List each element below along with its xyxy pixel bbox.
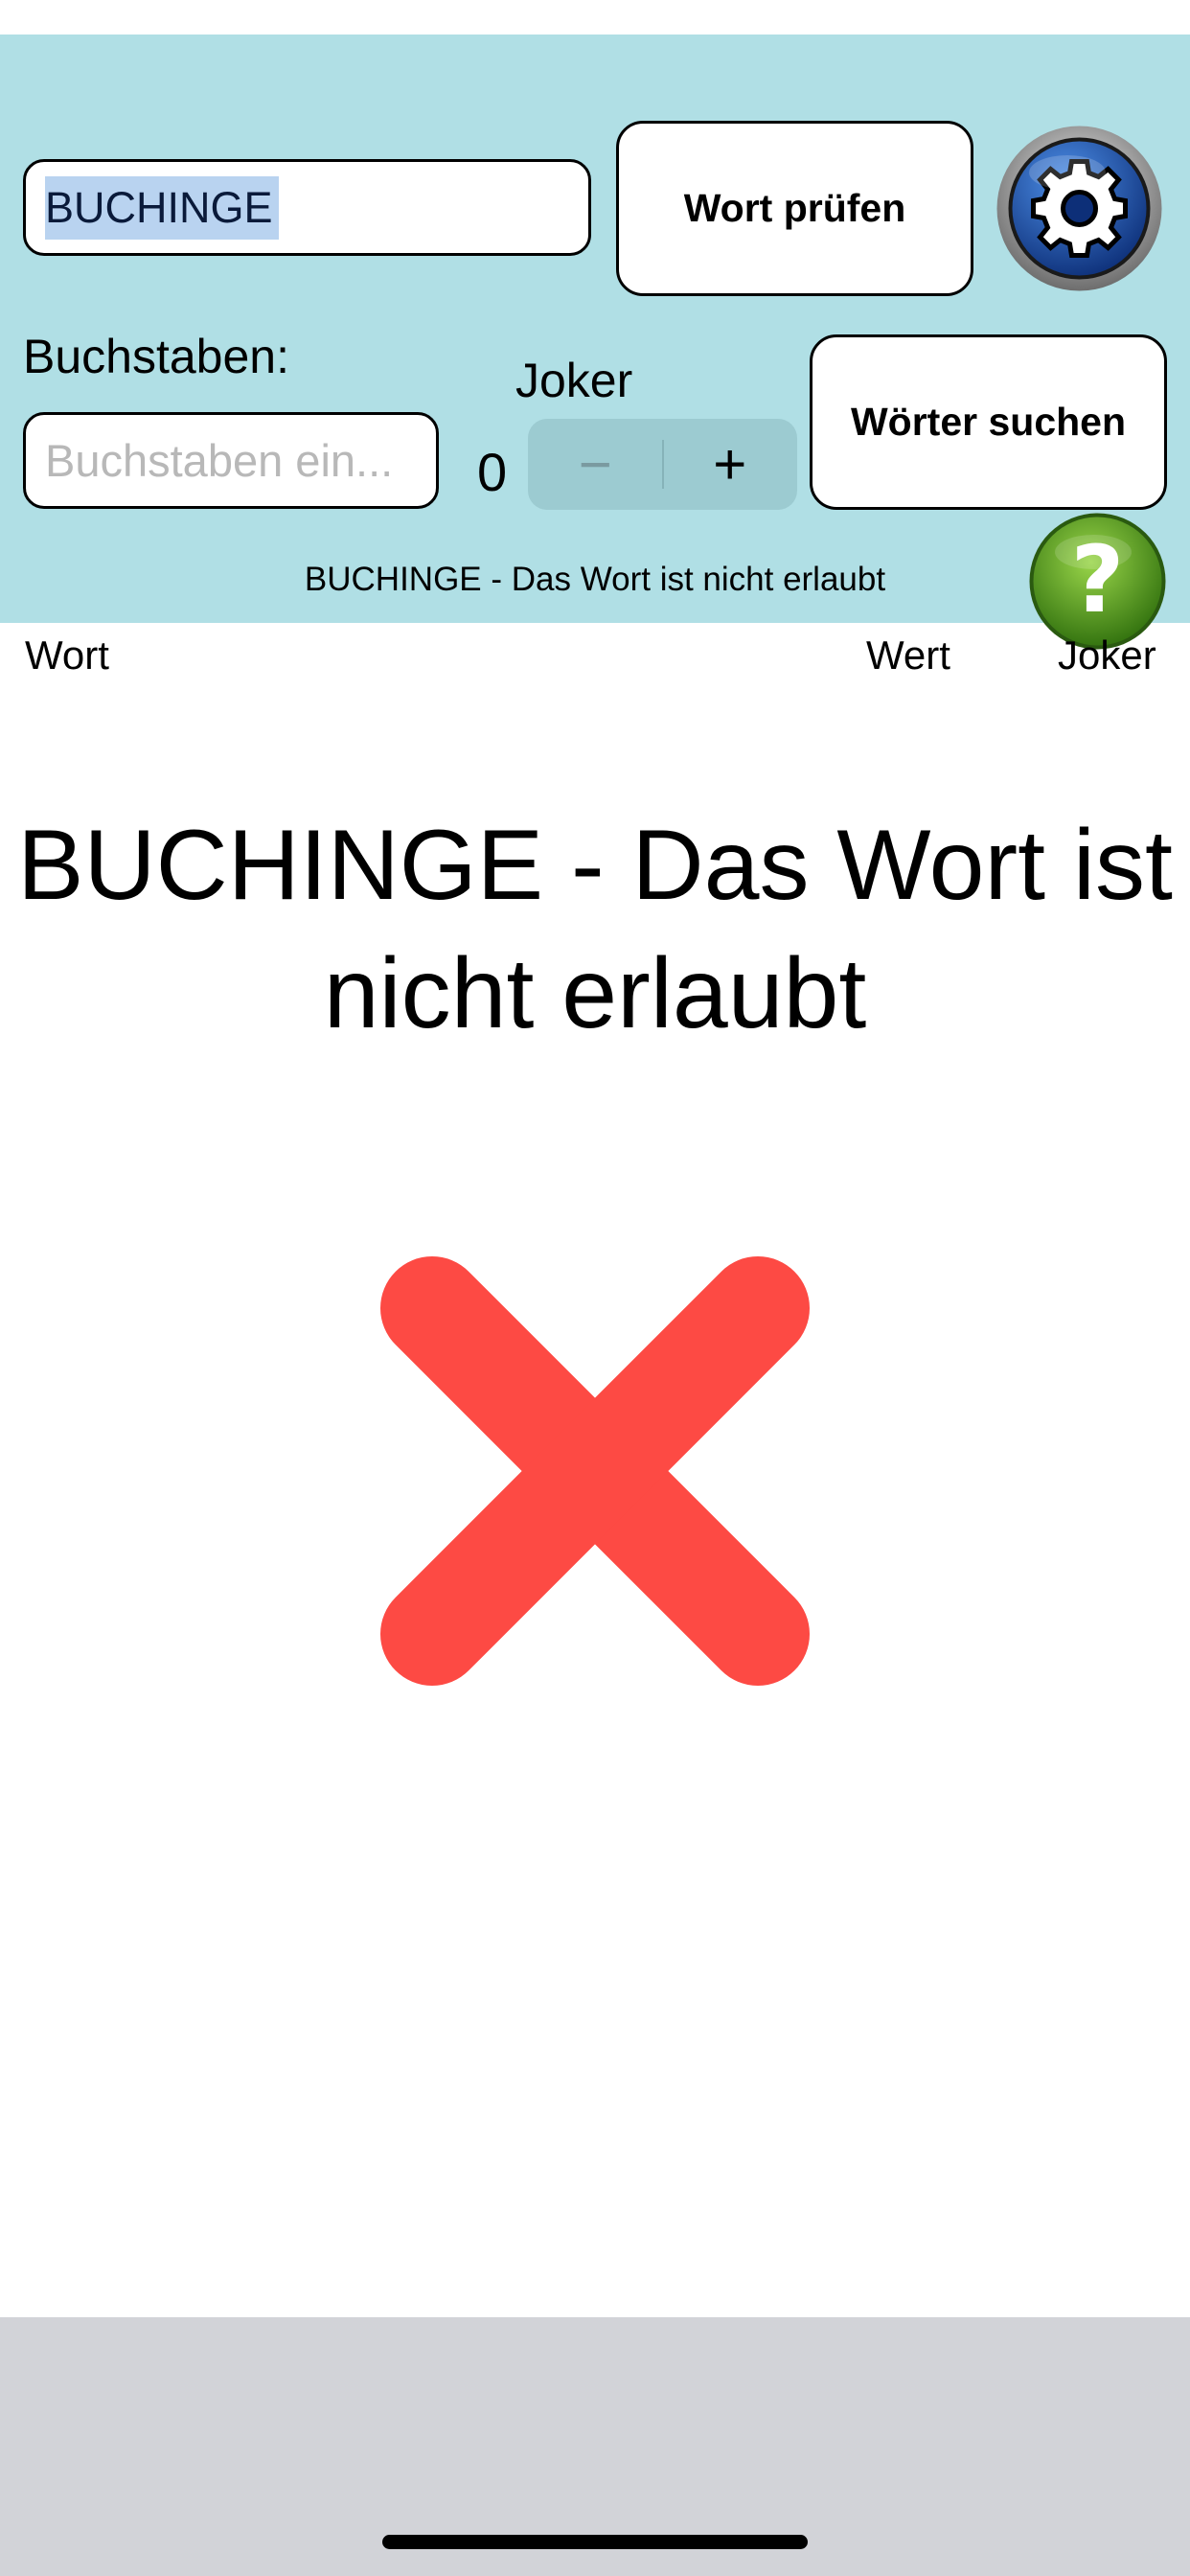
word-input[interactable]: BUCHINGE	[23, 159, 591, 256]
result-message: BUCHINGE - Das Wort ist nicht erlaubt	[0, 801, 1190, 1058]
letters-label: Buchstaben:	[23, 330, 289, 383]
column-header-value: Wert	[866, 632, 950, 678]
joker-decrement-button[interactable]: −	[528, 419, 663, 510]
result-message-line1: BUCHINGE - Das Wort ist	[17, 810, 1173, 921]
help-button[interactable]: ?	[1028, 512, 1167, 651]
check-word-button[interactable]: Wort prüfen	[616, 121, 973, 296]
gear-icon	[996, 126, 1162, 291]
input-panel: BUCHINGE Wort prüfen Buchstaben: Buchsta…	[0, 34, 1190, 650]
column-header-word: Wort	[25, 632, 109, 678]
search-words-button[interactable]: Wörter suchen	[810, 334, 1167, 510]
question-mark-icon: ?	[1029, 513, 1166, 650]
home-indicator[interactable]	[382, 2535, 808, 2549]
joker-label: Joker	[515, 354, 633, 407]
result-message-line2: nicht erlaubt	[323, 938, 867, 1049]
column-header-joker: Joker	[1058, 632, 1156, 678]
joker-count: 0	[477, 442, 508, 502]
word-input-value: BUCHINGE	[45, 175, 279, 240]
status-message: BUCHINGE - Das Wort ist nicht erlaubt	[304, 561, 886, 598]
joker-stepper: − +	[528, 419, 797, 510]
joker-increment-button[interactable]: +	[663, 419, 798, 510]
settings-button[interactable]	[995, 125, 1163, 292]
letters-input[interactable]: Buchstaben ein...	[23, 412, 439, 509]
red-x-icon	[380, 1256, 810, 1686]
stepper-divider	[662, 440, 664, 489]
